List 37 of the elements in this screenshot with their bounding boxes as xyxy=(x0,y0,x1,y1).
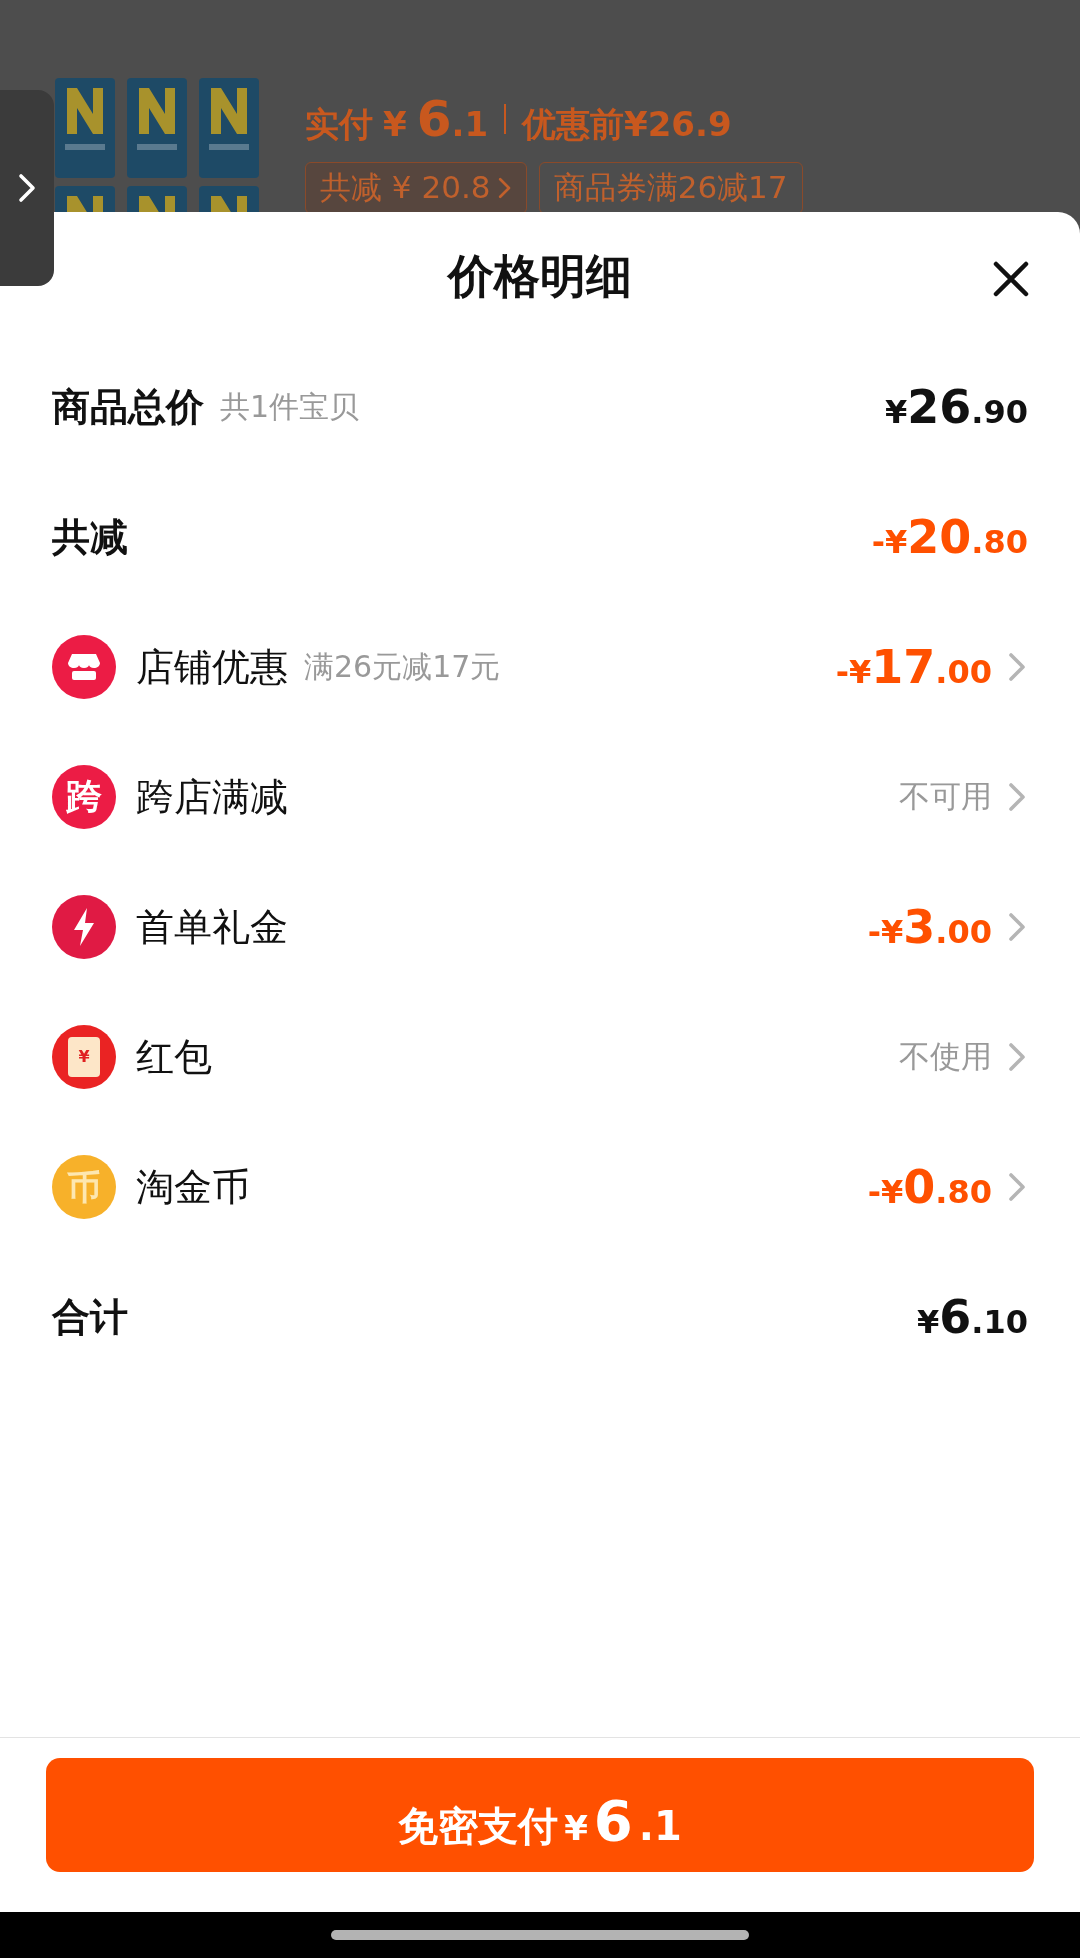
badge-icon: 跨 xyxy=(52,765,116,829)
paid-currency: ¥ xyxy=(383,104,407,144)
chevron-right-icon xyxy=(1008,912,1026,942)
amount: -¥20.80 xyxy=(871,510,1028,564)
row-note: 满26元减17元 xyxy=(304,647,501,686)
sheet-title: 价格明细 xyxy=(448,248,632,305)
status-text: 不可用 xyxy=(899,777,992,816)
row-label: 淘金币 xyxy=(136,1163,250,1211)
chevron-right-icon xyxy=(1008,782,1026,812)
chevron-right-icon xyxy=(1008,652,1026,682)
envelope-icon: ¥ xyxy=(52,1025,116,1089)
row-label: 商品总价 xyxy=(52,383,204,431)
row-label: 店铺优惠 xyxy=(136,643,288,691)
paid-price: 6.1 xyxy=(416,90,489,148)
pay-button[interactable]: 免密支付¥6.1 xyxy=(46,1758,1034,1872)
chevron-right-icon xyxy=(18,173,36,203)
amount: ¥26.90 xyxy=(885,380,1028,434)
row-note: 共1件宝贝 xyxy=(220,387,360,426)
amount: -¥3.00 xyxy=(867,900,992,954)
original-price: 优惠前¥26.9 xyxy=(522,103,732,146)
chevron-right-icon xyxy=(1008,1042,1026,1072)
discount-chip[interactable]: 共减 ¥ 20.8 xyxy=(305,162,527,212)
coin-icon: 币 xyxy=(52,1155,116,1219)
row-label: 共减 xyxy=(52,513,128,561)
row-label: 红包 xyxy=(136,1033,212,1081)
amount: ¥6.10 xyxy=(917,1290,1028,1344)
amount: -¥0.80 xyxy=(867,1160,992,1214)
side-tab[interactable] xyxy=(0,90,54,286)
row-label: 合计 xyxy=(52,1293,128,1341)
home-indicator[interactable] xyxy=(331,1930,749,1940)
amount: -¥17.00 xyxy=(835,640,992,694)
row-label: 跨店满减 xyxy=(136,773,288,821)
chevron-right-icon xyxy=(498,177,512,199)
status-text: 不使用 xyxy=(899,1037,992,1076)
row-label: 首单礼金 xyxy=(136,903,288,951)
chevron-right-icon xyxy=(1008,1172,1026,1202)
paid-label: 实付 xyxy=(305,103,373,146)
